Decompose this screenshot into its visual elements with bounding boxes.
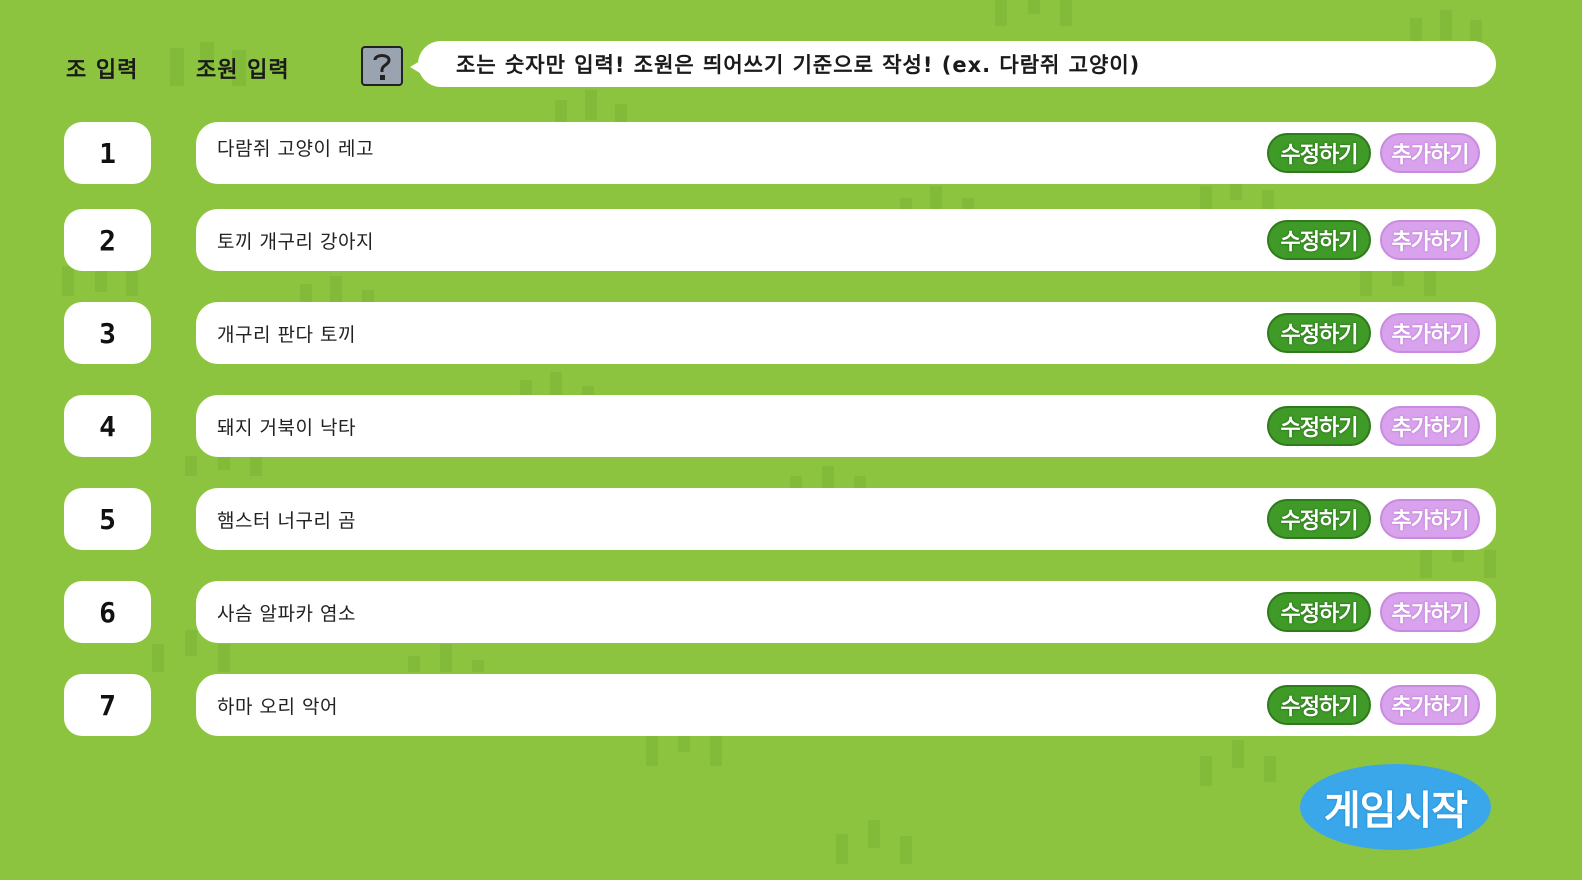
edit-button[interactable]: 수정하기 [1267,220,1371,260]
edit-button[interactable]: 수정하기 [1267,685,1371,725]
group-number-field[interactable]: 5 [64,488,151,550]
add-button[interactable]: 추가하기 [1380,499,1480,539]
group-row: 4 돼지 거북이 낙타 수정하기 추가하기 [0,395,1582,457]
add-button[interactable]: 추가하기 [1380,406,1480,446]
edit-button[interactable]: 수정하기 [1267,499,1371,539]
group-list: 1 다람쥐 고양이 레고 수정하기 추가하기 2 토끼 개구리 강아지 수정하기… [0,0,1582,880]
members-field[interactable]: 돼지 거북이 낙타 수정하기 추가하기 [196,395,1496,457]
members-field[interactable]: 개구리 판다 토끼 수정하기 추가하기 [196,302,1496,364]
members-field[interactable]: 햄스터 너구리 곰 수정하기 추가하기 [196,488,1496,550]
members-text: 다람쥐 고양이 레고 [217,138,374,160]
members-field[interactable]: 하마 오리 악어 수정하기 추가하기 [196,674,1496,736]
members-field[interactable]: 다람쥐 고양이 레고 수정하기 추가하기 [196,122,1496,184]
members-text: 토끼 개구리 강아지 [217,231,374,253]
group-row: 7 하마 오리 악어 수정하기 추가하기 [0,674,1582,736]
members-field[interactable]: 토끼 개구리 강아지 수정하기 추가하기 [196,209,1496,271]
members-text: 돼지 거북이 낙타 [217,417,356,439]
group-number-field[interactable]: 6 [64,581,151,643]
edit-button[interactable]: 수정하기 [1267,592,1371,632]
add-button[interactable]: 추가하기 [1380,220,1480,260]
members-text: 사슴 알파카 염소 [217,603,356,625]
group-row: 1 다람쥐 고양이 레고 수정하기 추가하기 [0,122,1582,184]
members-text: 하마 오리 악어 [217,696,338,718]
start-game-button[interactable]: 게임시작 [1300,764,1491,850]
add-button[interactable]: 추가하기 [1380,133,1480,173]
group-number-field[interactable]: 3 [64,302,151,364]
edit-button[interactable]: 수정하기 [1267,406,1371,446]
group-number-field[interactable]: 1 [64,122,151,184]
add-button[interactable]: 추가하기 [1380,313,1480,353]
add-button[interactable]: 추가하기 [1380,685,1480,725]
group-row: 5 햄스터 너구리 곰 수정하기 추가하기 [0,488,1582,550]
group-row: 2 토끼 개구리 강아지 수정하기 추가하기 [0,209,1582,271]
members-text: 햄스터 너구리 곰 [217,510,356,532]
members-field[interactable]: 사슴 알파카 염소 수정하기 추가하기 [196,581,1496,643]
group-number-field[interactable]: 7 [64,674,151,736]
members-text: 개구리 판다 토끼 [217,324,356,346]
group-number-field[interactable]: 4 [64,395,151,457]
edit-button[interactable]: 수정하기 [1267,313,1371,353]
add-button[interactable]: 추가하기 [1380,592,1480,632]
group-row: 6 사슴 알파카 염소 수정하기 추가하기 [0,581,1582,643]
group-row: 3 개구리 판다 토끼 수정하기 추가하기 [0,302,1582,364]
group-number-field[interactable]: 2 [64,209,151,271]
edit-button[interactable]: 수정하기 [1267,133,1371,173]
